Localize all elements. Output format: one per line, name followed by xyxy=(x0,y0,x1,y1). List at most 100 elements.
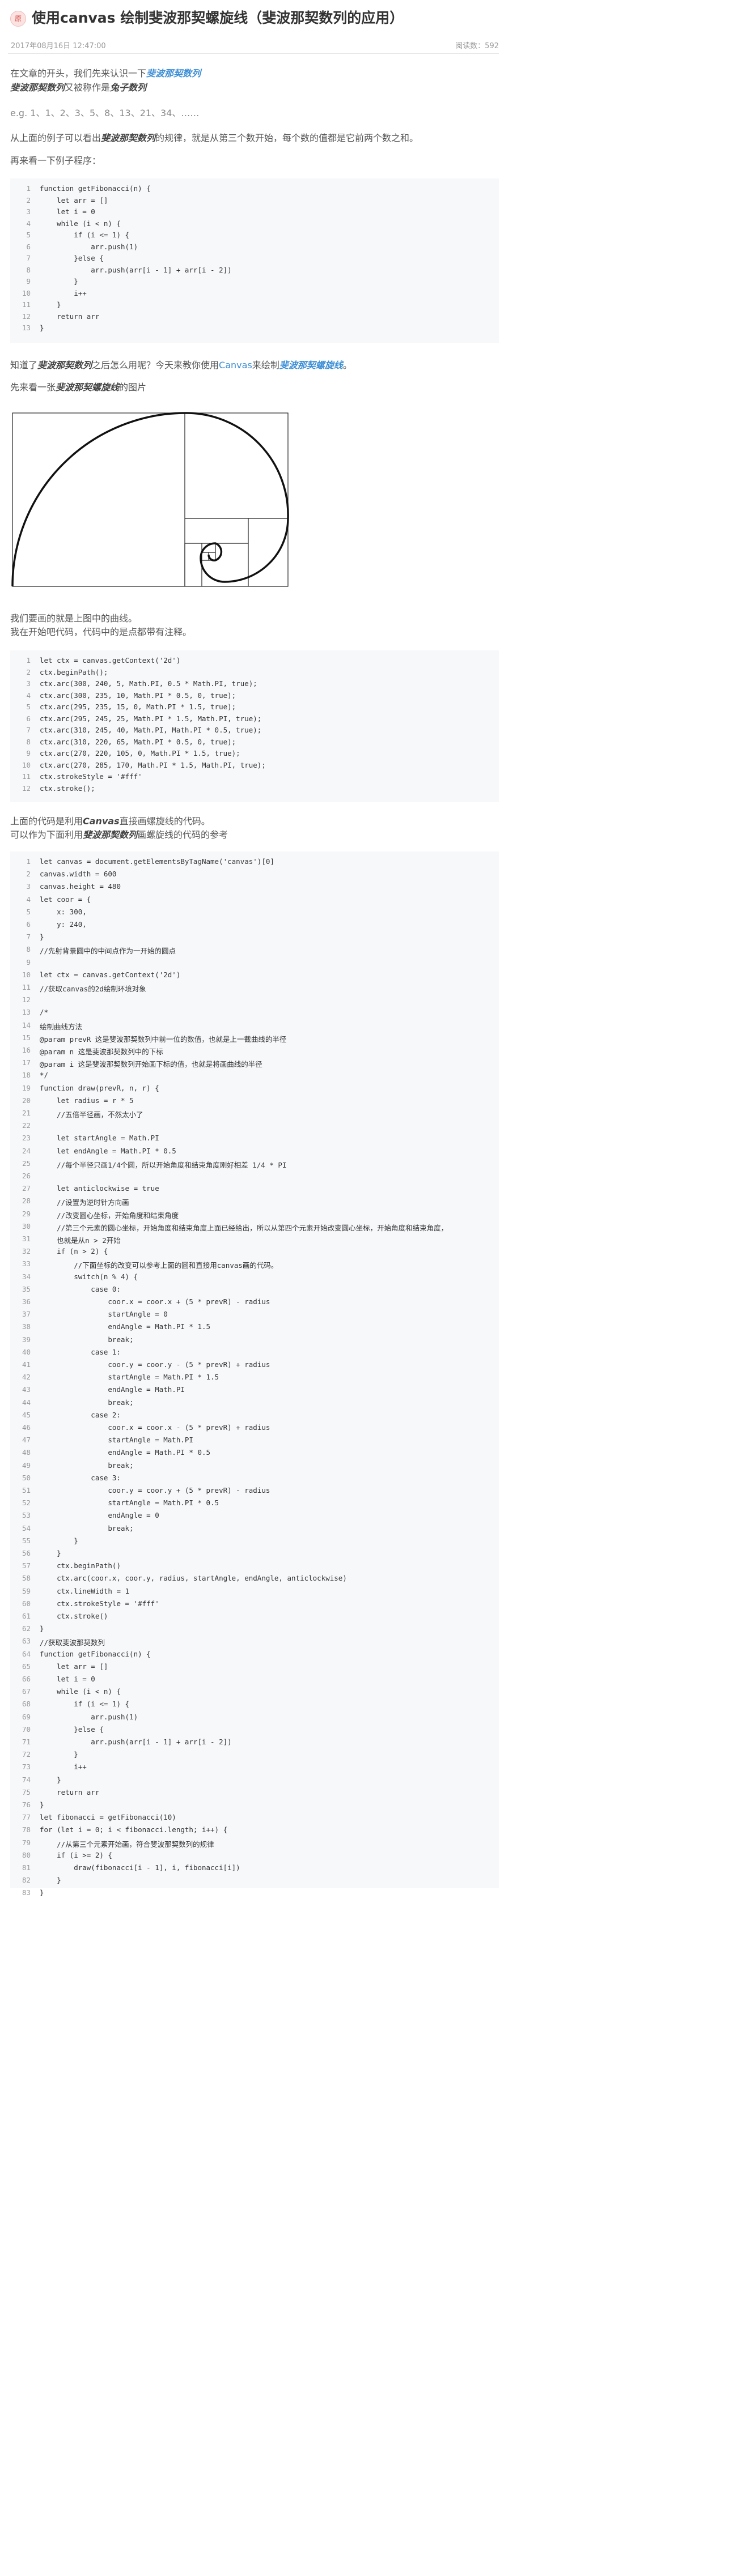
line-number: 2 xyxy=(26,195,31,205)
after-paragraph-1: 上面的代码是利用Canvas直接画螺旋线的代码。 xyxy=(10,816,210,827)
code-line: case 3: xyxy=(40,1473,121,1482)
original-badge-icon: 原 xyxy=(10,11,26,27)
code-line: ctx.beginPath(); xyxy=(40,667,108,676)
line-number: 65 xyxy=(22,1662,31,1671)
line-number: 27 xyxy=(22,1184,31,1193)
spiral-figure xyxy=(11,412,289,589)
line-number: 54 xyxy=(22,1523,31,1532)
line-number: 3 xyxy=(26,882,31,891)
line-number: 62 xyxy=(22,1624,31,1633)
code-line: let i = 0 xyxy=(40,207,95,216)
line-number: 13 xyxy=(22,1008,31,1017)
line-number: 67 xyxy=(22,1687,31,1696)
line-number: 72 xyxy=(22,1750,31,1759)
line-number: 12 xyxy=(22,784,31,793)
line-number: 8 xyxy=(26,945,31,954)
line-number: 12 xyxy=(22,995,31,1004)
line-number: 55 xyxy=(22,1536,31,1545)
line-number: 58 xyxy=(22,1574,31,1583)
line-number: 35 xyxy=(22,1284,31,1293)
code-line: } xyxy=(40,1775,61,1784)
spiral-link[interactable]: 斐波那契螺旋线 xyxy=(279,360,343,371)
code-line: //第三个元素的圆心坐标，开始角度和结束角度上面已经给出，所以从第四个元素开始改… xyxy=(40,1223,448,1232)
code-line: function getFibonacci(n) { xyxy=(40,184,151,193)
line-number: 4 xyxy=(26,691,31,700)
line-number: 2 xyxy=(26,667,31,676)
code-line: return arr xyxy=(40,1787,100,1796)
code-line: @param i 这是斐波那契数列开始画下标的值，也就是将画曲线的半径 xyxy=(40,1060,262,1069)
line-number: 57 xyxy=(22,1561,31,1570)
line-number: 42 xyxy=(22,1373,31,1382)
code-line: break; xyxy=(40,1335,134,1344)
code-line: draw(fibonacci[i - 1], i, fibonacci[i]) xyxy=(40,1863,240,1872)
line-number: 2 xyxy=(26,870,31,879)
code-line: ctx.lineWidth = 1 xyxy=(40,1586,130,1595)
code-line: }else { xyxy=(40,254,104,262)
code-line: @param n 这是斐波那契数列中的下标 xyxy=(40,1048,163,1056)
line-number: 6 xyxy=(26,714,31,723)
code-line: endAngle = 0 xyxy=(40,1511,159,1520)
line-number: 83 xyxy=(22,1888,31,1897)
line-number: 7 xyxy=(26,254,31,262)
line-number: 32 xyxy=(22,1247,31,1256)
code-line: if (i <= 1) { xyxy=(40,1700,130,1709)
code-line: //从第三个元素开始画，符合斐波那契数列的规律 xyxy=(40,1840,214,1849)
line-number: 75 xyxy=(22,1787,31,1796)
code-line: let arr = [] xyxy=(40,1662,108,1671)
line-number: 68 xyxy=(22,1700,31,1709)
line-number: 49 xyxy=(22,1461,31,1470)
code-line: let i = 0 xyxy=(40,1675,95,1683)
code-line: ctx.strokeStyle = '#fff' xyxy=(40,772,142,781)
fibonacci-link[interactable]: 斐波那契数列 xyxy=(146,68,201,79)
code-line: ctx.arc(295, 245, 25, Math.PI * 1.5, Mat… xyxy=(40,714,262,723)
code-line: //设置为逆时针方向画 xyxy=(40,1198,129,1207)
code-line: let arr = [] xyxy=(40,195,108,205)
code-line: let fibonacci = getFibonacci(10) xyxy=(40,1813,176,1822)
code-line: @param prevR 这是斐波那契数列中前一位的数值，也就是上一截曲线的半径 xyxy=(40,1034,287,1044)
line-number: 6 xyxy=(26,242,31,251)
line-number: 41 xyxy=(22,1360,31,1369)
code-line: } xyxy=(40,1536,78,1545)
line-number: 8 xyxy=(26,265,31,274)
code-line: //获取canvas的2d绘制环境对象 xyxy=(40,985,146,993)
code-line: let ctx = canvas.getContext('2d') xyxy=(40,656,181,665)
code-line: if (i >= 2) { xyxy=(40,1850,112,1859)
line-number: 64 xyxy=(22,1649,31,1658)
code-line: 绘制曲线方法 xyxy=(40,1022,83,1031)
code-line: if (n > 2) { xyxy=(40,1247,108,1256)
line-number: 37 xyxy=(22,1310,31,1319)
code-line: coor.x = coor.x + (5 * prevR) - radius xyxy=(40,1297,270,1306)
code-line: } xyxy=(40,1876,61,1885)
code-block-spiral-program: 1 let canvas = document.getElementsByTagN… xyxy=(10,851,499,1897)
line-number: 9 xyxy=(26,957,31,966)
line-number: 20 xyxy=(22,1096,31,1105)
line-number: 80 xyxy=(22,1850,31,1859)
line-number: 50 xyxy=(22,1473,31,1482)
code-block-canvas-arcs: 1 let ctx = canvas.getContext('2d') 2 ctx.b… xyxy=(10,650,499,802)
middle-paragraph-2: 先来看一张斐波那契螺旋线的图片 xyxy=(10,382,147,393)
line-number: 71 xyxy=(22,1738,31,1746)
line-number: 59 xyxy=(22,1586,31,1595)
code-line: startAngle = 0 xyxy=(40,1310,168,1319)
middle-paragraph-1: 知道了斐波那契数列之后怎么用呢？今天来教你使用Canvas来绘制斐波那契螺旋线。 xyxy=(10,360,352,371)
code-line: break; xyxy=(40,1398,134,1407)
line-number: 10 xyxy=(22,760,31,769)
line-number: 38 xyxy=(22,1322,31,1331)
code-line: //先射背景圆中的中间点作为一开始的圆点 xyxy=(40,947,176,956)
code-line: let anticlockwise = true xyxy=(40,1184,159,1193)
line-number: 63 xyxy=(22,1637,31,1646)
line-number: 19 xyxy=(22,1083,31,1092)
line-number: 56 xyxy=(22,1549,31,1557)
line-number: 4 xyxy=(26,895,31,904)
line-number: 15 xyxy=(22,1033,31,1042)
code-line: } xyxy=(40,1750,78,1759)
code-line: ctx.arc(270, 285, 170, Math.PI * 1.5, Ma… xyxy=(40,760,266,769)
line-number: 6 xyxy=(26,920,31,929)
line-number: 1 xyxy=(26,857,31,866)
code-line: ctx.arc(310, 220, 65, Math.PI * 0.5, 0, … xyxy=(40,737,236,746)
code-line: } xyxy=(40,1624,44,1633)
code-line: x: 300, xyxy=(40,907,87,916)
line-number: 48 xyxy=(22,1448,31,1457)
line-number: 34 xyxy=(22,1272,31,1281)
line-number: 39 xyxy=(22,1335,31,1344)
